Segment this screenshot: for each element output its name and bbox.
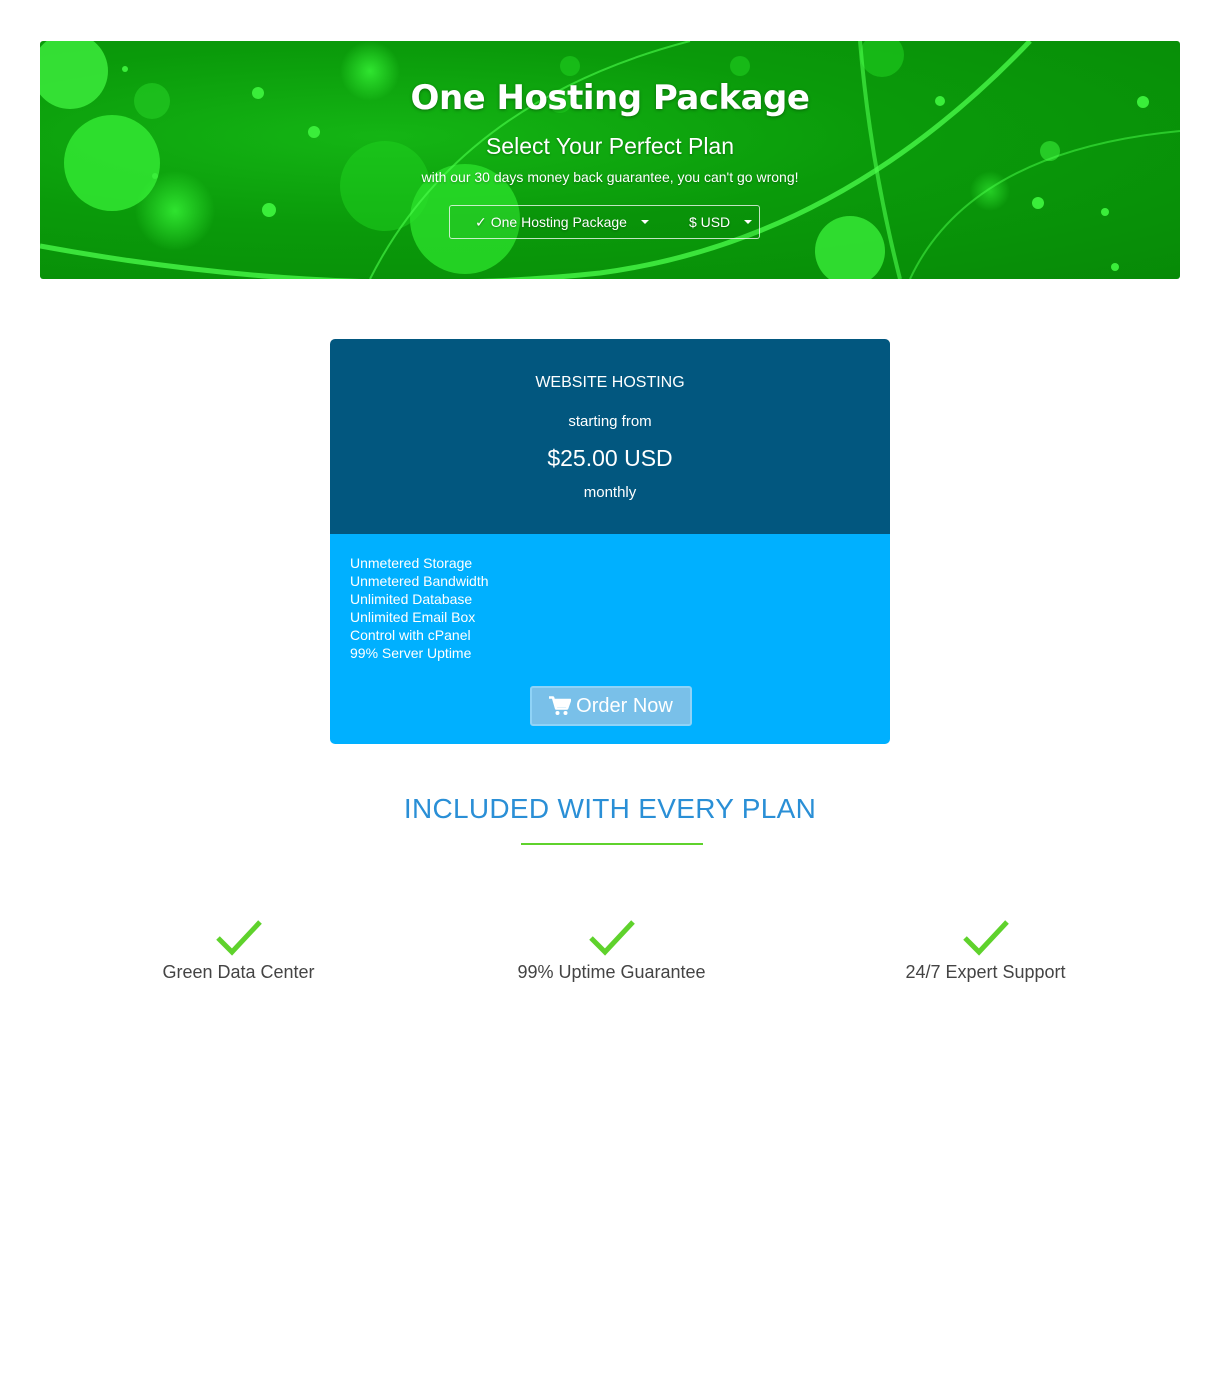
currency-dropdown[interactable]: $ USD bbox=[688, 214, 753, 230]
currency-dropdown-label: $ USD bbox=[688, 214, 731, 230]
starting-from-label: starting from bbox=[568, 413, 652, 430]
checkmark-icon: ✓ bbox=[475, 213, 487, 230]
included-item-label: 99% Uptime Guarantee bbox=[517, 962, 706, 982]
billing-cycle: monthly bbox=[583, 484, 637, 501]
check-icon bbox=[962, 920, 1009, 956]
cart-icon bbox=[549, 696, 572, 715]
chevron-down-icon bbox=[640, 220, 649, 224]
order-now-label: Order Now bbox=[576, 694, 673, 717]
plan-price: $25.00 USD bbox=[547, 445, 673, 471]
check-icon bbox=[588, 920, 635, 956]
section-divider bbox=[521, 843, 703, 845]
pricing-card: WEBSITE HOSTING starting from $25.00 USD… bbox=[330, 339, 890, 744]
order-now-button[interactable]: Order Now bbox=[530, 686, 692, 726]
plan-name: WEBSITE HOSTING bbox=[535, 374, 685, 391]
included-item-label: Green Data Center bbox=[162, 962, 315, 982]
package-dropdown[interactable]: ✓ One Hosting Package bbox=[475, 214, 649, 231]
included-item: 99% Uptime Guarantee bbox=[425, 918, 798, 983]
pricing-card-header: WEBSITE HOSTING starting from $25.00 USD… bbox=[330, 339, 890, 534]
feature-item: Unlimited Email Box bbox=[350, 609, 476, 625]
page-title: One Hosting Package bbox=[410, 78, 810, 118]
chevron-down-icon bbox=[744, 220, 753, 224]
included-item: 24/7 Expert Support bbox=[799, 918, 1172, 983]
hero-banner: One Hosting Package Select Your Perfect … bbox=[40, 41, 1180, 279]
hero-content: One Hosting Package Select Your Perfect … bbox=[40, 41, 1180, 279]
check-icon bbox=[215, 920, 262, 956]
package-dropdown-label: One Hosting Package bbox=[490, 214, 627, 230]
feature-item: Unmetered Bandwidth bbox=[350, 573, 489, 589]
feature-item: 99% Server Uptime bbox=[350, 645, 472, 661]
feature-item: Unmetered Storage bbox=[350, 555, 473, 571]
plan-selector-bar: ✓ One Hosting Package $ USD bbox=[449, 205, 760, 239]
feature-list: Unmetered Storage Unmetered Bandwidth Un… bbox=[350, 554, 489, 662]
included-item-label: 24/7 Expert Support bbox=[905, 962, 1066, 982]
hero-tagline: with our 30 days money back guarantee, y… bbox=[421, 169, 799, 185]
feature-item: Control with cPanel bbox=[350, 627, 471, 643]
included-item: Green Data Center bbox=[52, 918, 425, 983]
hero-subtitle: Select Your Perfect Plan bbox=[485, 133, 735, 159]
included-section-title: INCLUDED WITH EVERY PLAN bbox=[403, 793, 817, 824]
feature-item: Unlimited Database bbox=[350, 591, 473, 607]
pricing-card-body: Unmetered Storage Unmetered Bandwidth Un… bbox=[330, 534, 890, 744]
